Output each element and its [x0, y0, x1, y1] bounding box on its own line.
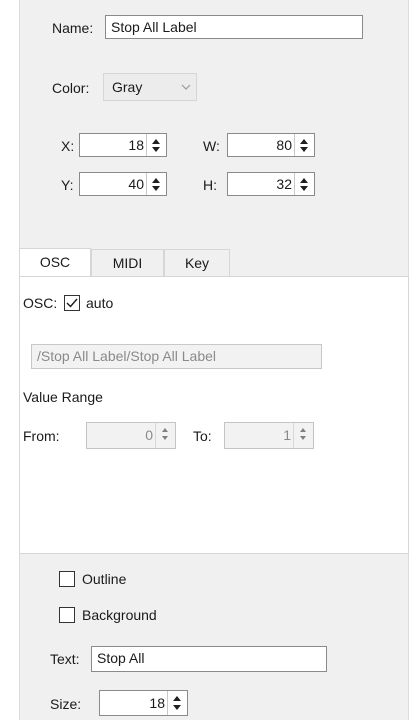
color-select-value: Gray [112, 79, 143, 95]
text-input[interactable]: Stop All [91, 646, 327, 672]
outline-label: Outline [82, 571, 127, 587]
spinner-arrows-icon[interactable] [155, 423, 175, 448]
h-value: 32 [276, 176, 292, 192]
chevron-down-icon [181, 84, 191, 90]
name-label: Name: [52, 20, 94, 36]
size-label: Size: [50, 696, 82, 712]
to-spinbox[interactable]: 1 [224, 422, 314, 449]
spinner-arrows-icon[interactable] [293, 423, 313, 448]
osc-label: OSC: [23, 295, 58, 311]
spinner-arrows-icon[interactable] [146, 134, 166, 156]
color-select[interactable]: Gray [103, 73, 197, 101]
background-checkbox[interactable] [59, 607, 75, 623]
text-label: Text: [50, 651, 80, 667]
size-value: 18 [149, 695, 165, 711]
h-spinbox[interactable]: 32 [227, 172, 315, 196]
osc-tab-page: OSC: auto /Stop All Label/Stop All Label… [19, 276, 409, 554]
y-spinbox[interactable]: 40 [79, 172, 167, 196]
y-value: 40 [128, 176, 144, 192]
to-value: 1 [283, 427, 291, 443]
from-spinbox[interactable]: 0 [86, 422, 176, 449]
h-label: H: [203, 177, 217, 193]
color-label: Color: [52, 80, 90, 96]
osc-address-field[interactable]: /Stop All Label/Stop All Label [31, 344, 322, 369]
w-value: 80 [276, 137, 292, 153]
tab-key[interactable]: Key [164, 249, 230, 276]
spinner-arrows-icon[interactable] [146, 173, 166, 195]
background-label: Background [82, 607, 157, 623]
x-value: 18 [128, 137, 144, 153]
w-label: W: [203, 138, 220, 154]
name-input[interactable]: Stop All Label [105, 15, 363, 39]
x-label: X: [61, 138, 75, 154]
value-range-label: Value Range [23, 389, 103, 405]
osc-auto-checkbox[interactable] [64, 295, 80, 311]
size-spinbox[interactable]: 18 [99, 690, 188, 716]
from-value: 0 [145, 427, 153, 443]
outline-checkbox[interactable] [59, 571, 75, 587]
x-spinbox[interactable]: 18 [79, 133, 167, 157]
from-label: From: [23, 428, 60, 444]
check-icon [66, 298, 78, 308]
osc-auto-label: auto [86, 295, 114, 311]
spinner-arrows-icon[interactable] [294, 134, 314, 156]
spinner-arrows-icon[interactable] [167, 691, 187, 715]
spinner-arrows-icon[interactable] [294, 173, 314, 195]
w-spinbox[interactable]: 80 [227, 133, 315, 157]
y-label: Y: [61, 177, 74, 193]
tab-midi[interactable]: MIDI [91, 249, 164, 276]
tab-osc[interactable]: OSC [19, 248, 91, 277]
to-label: To: [193, 428, 212, 444]
